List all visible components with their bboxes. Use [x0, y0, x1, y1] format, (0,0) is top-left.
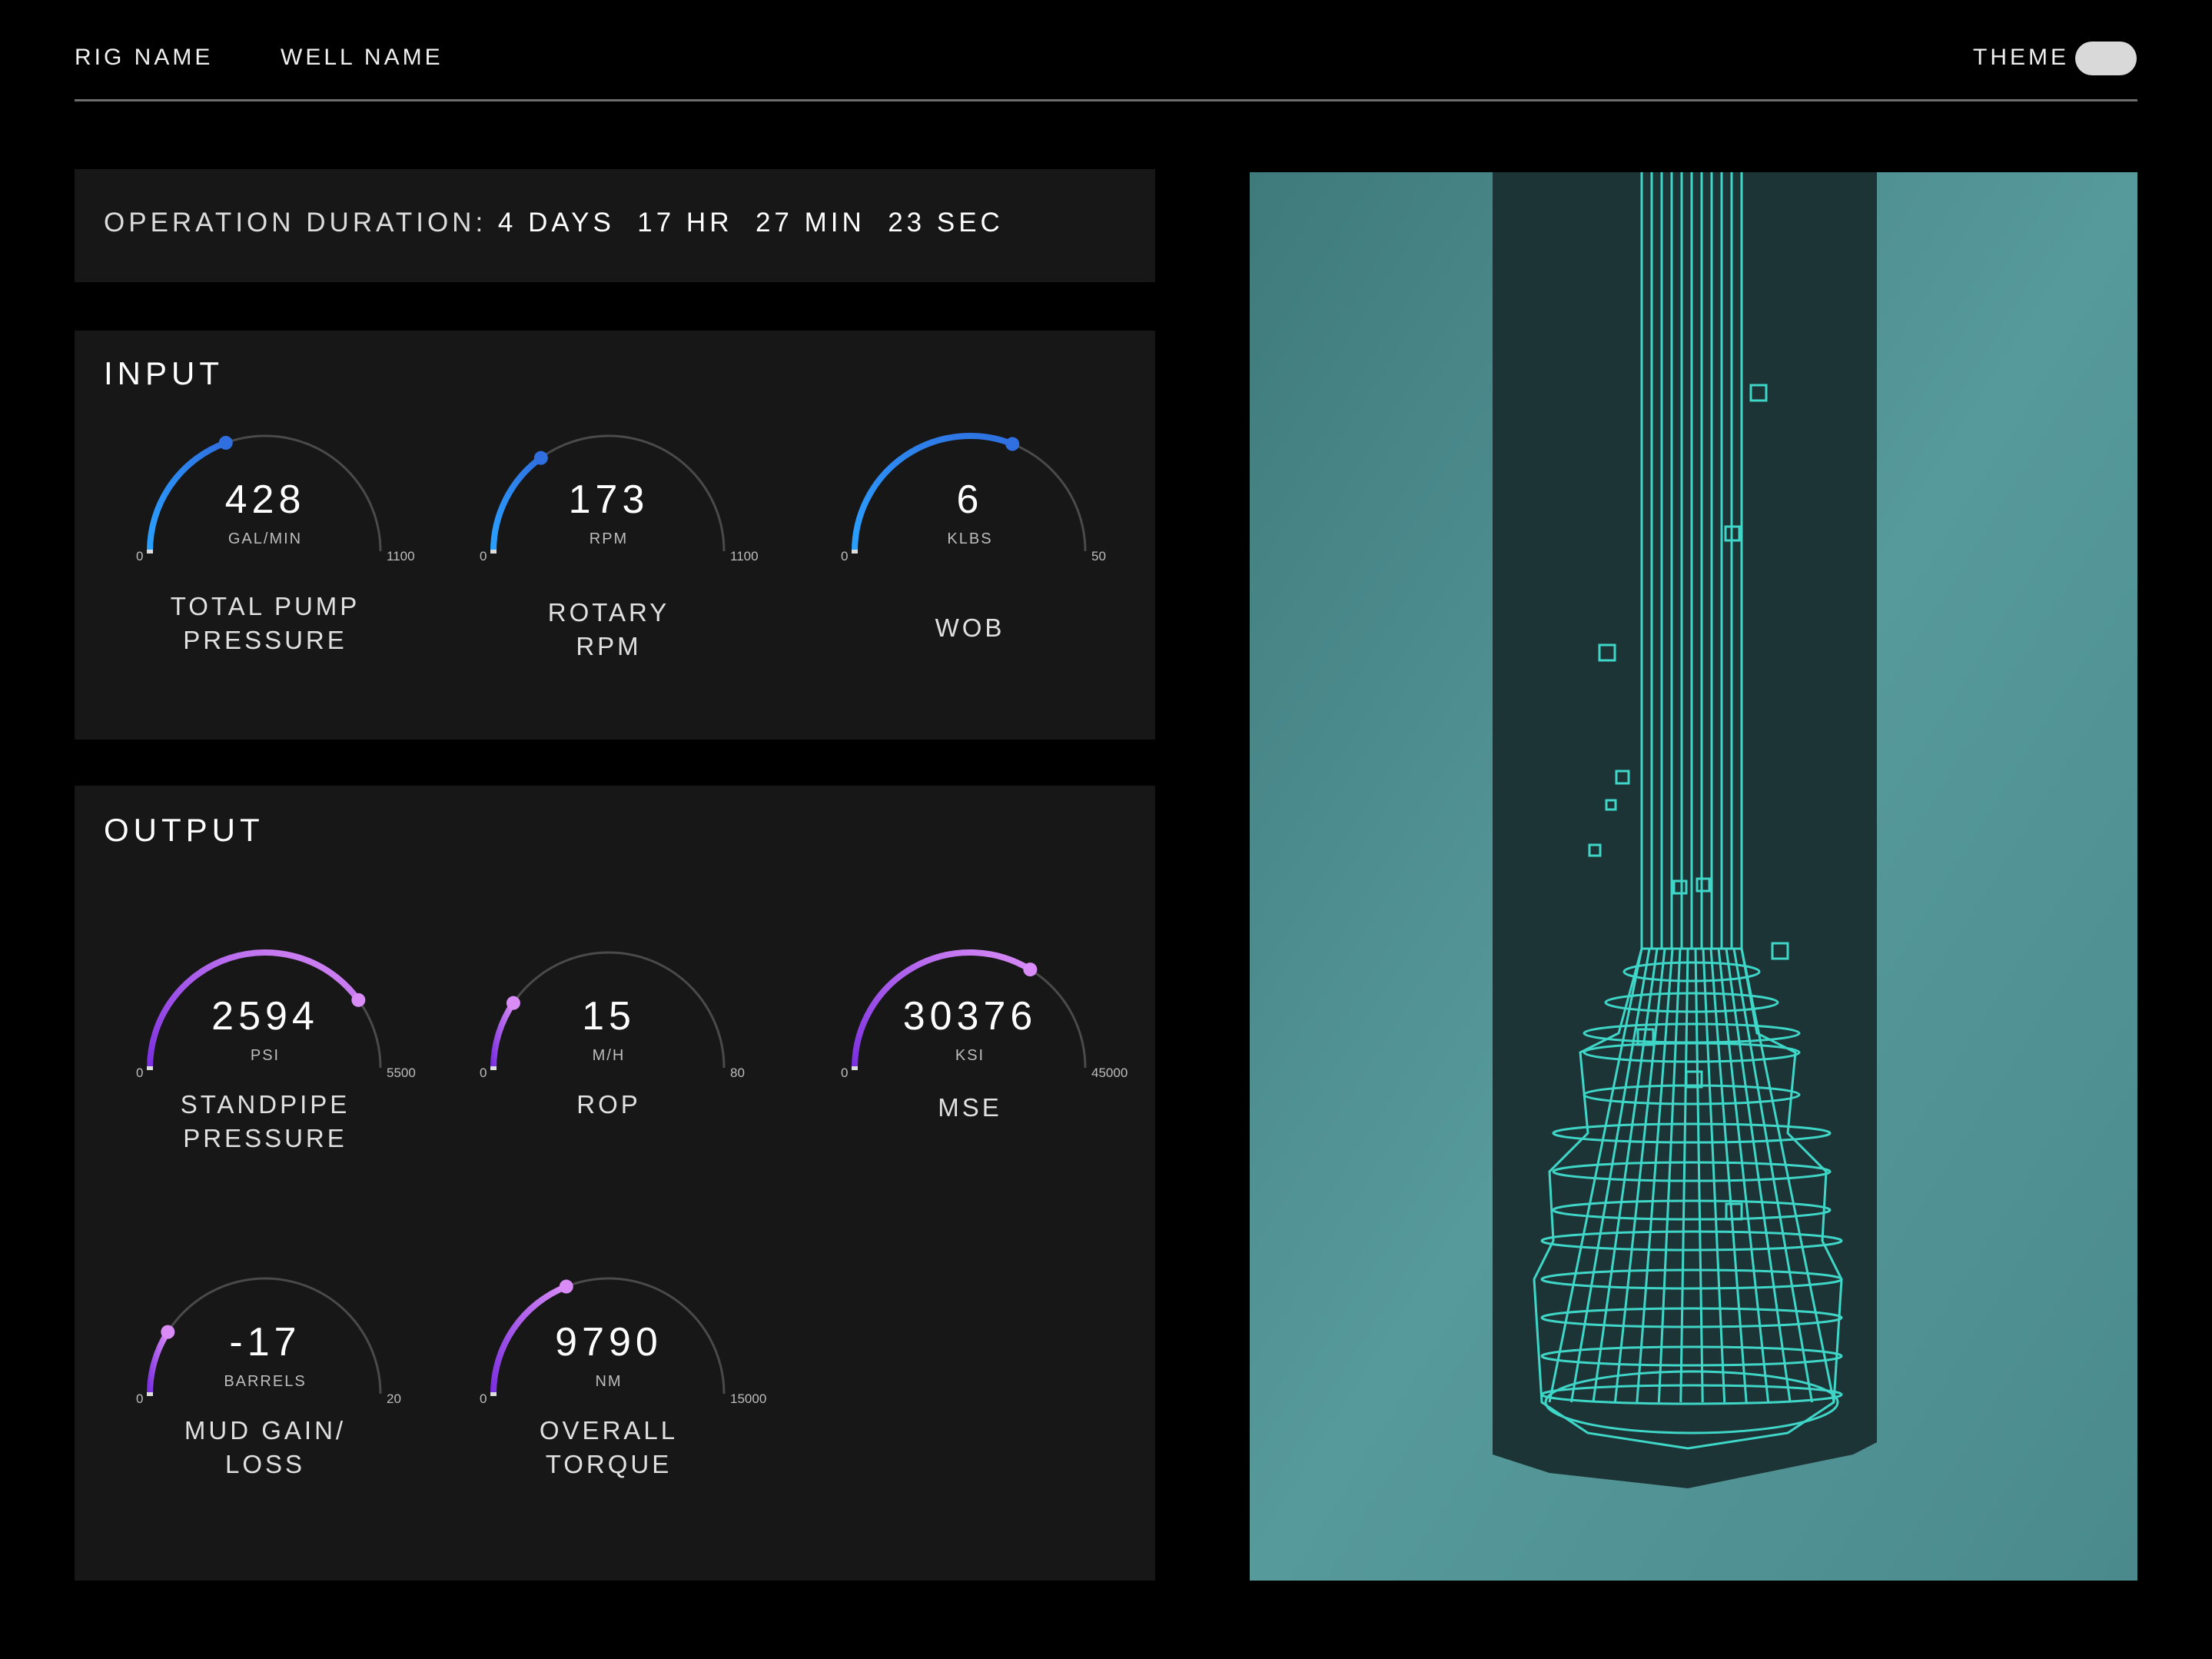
gauge-max: 45000 [1091, 1066, 1128, 1080]
gauge-zero-tick [490, 1066, 497, 1070]
gauge-label-line: MSE [938, 1093, 1002, 1122]
gauge-mud-gain-loss: -17 BARRELS 0 20 MUD GAIN/LOSS [127, 1275, 404, 1478]
gauge-value: 30376 [902, 994, 1038, 1039]
gauge-zero-tick [147, 1066, 153, 1070]
gauge-min: 0 [136, 549, 144, 564]
gauge-unit: PSI [250, 1047, 281, 1064]
gauge-label-line: OVERALL [539, 1416, 679, 1445]
gauge-label: STANDPIPE PRESSURE [111, 1088, 419, 1155]
gauge-value: -17 [229, 1320, 301, 1365]
gauge-label-line: ROTARY [547, 598, 670, 627]
gauge-value: 6 [956, 477, 984, 522]
gauge-label: ROTARY RPM [455, 596, 762, 663]
gauge-zero-tick [490, 1392, 497, 1396]
gauge-min: 0 [841, 549, 849, 564]
header-divider [75, 99, 2137, 101]
gauge-value: 2594 [211, 994, 319, 1039]
gauge-value: 173 [568, 477, 649, 522]
gauge-label-line: MUD GAIN/ [184, 1416, 347, 1445]
gauge-value: 15 [582, 994, 636, 1039]
gauge-min: 0 [480, 1066, 487, 1080]
gauge-value: 9790 [555, 1320, 663, 1365]
gauge-label: MUD GAIN/LOSS [111, 1414, 419, 1481]
gauge-zero-tick [852, 1066, 858, 1070]
gauge-unit: KSI [955, 1047, 985, 1064]
gauge-rop: 15 M/H 0 80 ROP [470, 949, 747, 1119]
gauge-min: 0 [480, 1391, 487, 1406]
gauge-unit: KLBS [947, 530, 993, 547]
gauge-total-pump-pressure: 428 GAL/MIN 0 1100 TOTAL PUMP PRESSURE [127, 432, 415, 654]
rig-name[interactable]: RIG NAME [75, 45, 213, 71]
gauge-min: 0 [841, 1066, 849, 1080]
duration-seconds: 23 SEC [888, 208, 1004, 238]
gauge-label: ROP [455, 1088, 762, 1122]
gauge-indicator [1005, 437, 1020, 451]
gauge-label-line: TORQUE [545, 1450, 673, 1478]
duration-minutes: 27 MIN [755, 208, 865, 238]
gauge-label-line: ROP [576, 1090, 641, 1119]
theme-label: THEME [1973, 45, 2069, 70]
gauge-indicator [559, 1279, 573, 1294]
gauge-label-line: PRESSURE [183, 626, 347, 654]
gauge-label-line: PRESSURE [183, 1124, 347, 1152]
gauge-zero-tick [147, 1392, 153, 1396]
theme-toggle[interactable] [2075, 42, 2137, 75]
gauge-standpipe-pressure: 2594 PSI 0 5500 STANDPIPE PRESSURE [127, 949, 416, 1152]
gauge-indicator [1023, 962, 1038, 977]
gauge-max: 50 [1091, 549, 1106, 564]
duration-days: 4 DAYS [497, 208, 615, 238]
gauge-max: 15000 [730, 1391, 767, 1406]
gauge-label-line: RPM [576, 632, 642, 660]
gauge-indicator [533, 450, 548, 465]
gauge-value: 428 [224, 477, 306, 522]
gauge-label-line: TOTAL PUMP [170, 592, 360, 620]
gauge-label: OVERALL TORQUE [455, 1414, 762, 1481]
well-name[interactable]: WELL NAME [281, 45, 443, 71]
gauge-max: 20 [387, 1391, 401, 1406]
gauge-unit: NM [595, 1373, 623, 1390]
gauge-mse: 30376 KSI 0 45000 MSE [832, 949, 1128, 1122]
gauge-label: TOTAL PUMP PRESSURE [111, 590, 419, 657]
gauge-rotary-rpm: 173 RPM 0 1100 ROTARY RPM [470, 432, 759, 660]
operation-duration: OPERATION DURATION: 4 DAYS 17 HR 27 MIN … [104, 208, 1004, 238]
duration-label: OPERATION DURATION: [104, 208, 487, 238]
gauge-label-line: STANDPIPE [180, 1090, 350, 1119]
gauge-label: MSE [816, 1091, 1124, 1125]
input-title: INPUT [104, 355, 224, 391]
gauge-min: 0 [480, 549, 487, 564]
gauge-zero-tick [490, 550, 497, 554]
drill-bit-wireframe [1250, 172, 2137, 1581]
gauge-label: WOB [816, 611, 1124, 645]
gauge-zero-tick [852, 550, 858, 554]
gauge-unit: BARRELS [224, 1373, 307, 1390]
gauge-label-line: WOB [935, 613, 1005, 642]
gauge-zero-tick [147, 550, 153, 554]
gauge-overall-torque: 9790 NM 0 15000 OVERALL TORQUE [470, 1275, 766, 1478]
gauge-max: 80 [730, 1066, 745, 1080]
gauge-min: 0 [136, 1066, 144, 1080]
gauge-max: 1100 [730, 549, 759, 564]
gauge-label-line: LOSS [224, 1450, 306, 1478]
gauge-max: 5500 [387, 1066, 416, 1080]
gauge-min: 0 [136, 1391, 144, 1406]
gauge-unit: GAL/MIN [228, 530, 303, 547]
gauge-indicator [218, 436, 233, 450]
gauge-max: 1100 [387, 549, 415, 564]
gauge-unit: M/H [592, 1047, 626, 1064]
gauge-unit: RPM [589, 530, 629, 547]
output-title: OUTPUT [104, 812, 264, 848]
duration-hours: 17 HR [637, 208, 733, 238]
gauge-wob: 6 KLBS 0 50 WOB [832, 432, 1108, 642]
wellbore-3d-view[interactable] [1250, 172, 2137, 1581]
